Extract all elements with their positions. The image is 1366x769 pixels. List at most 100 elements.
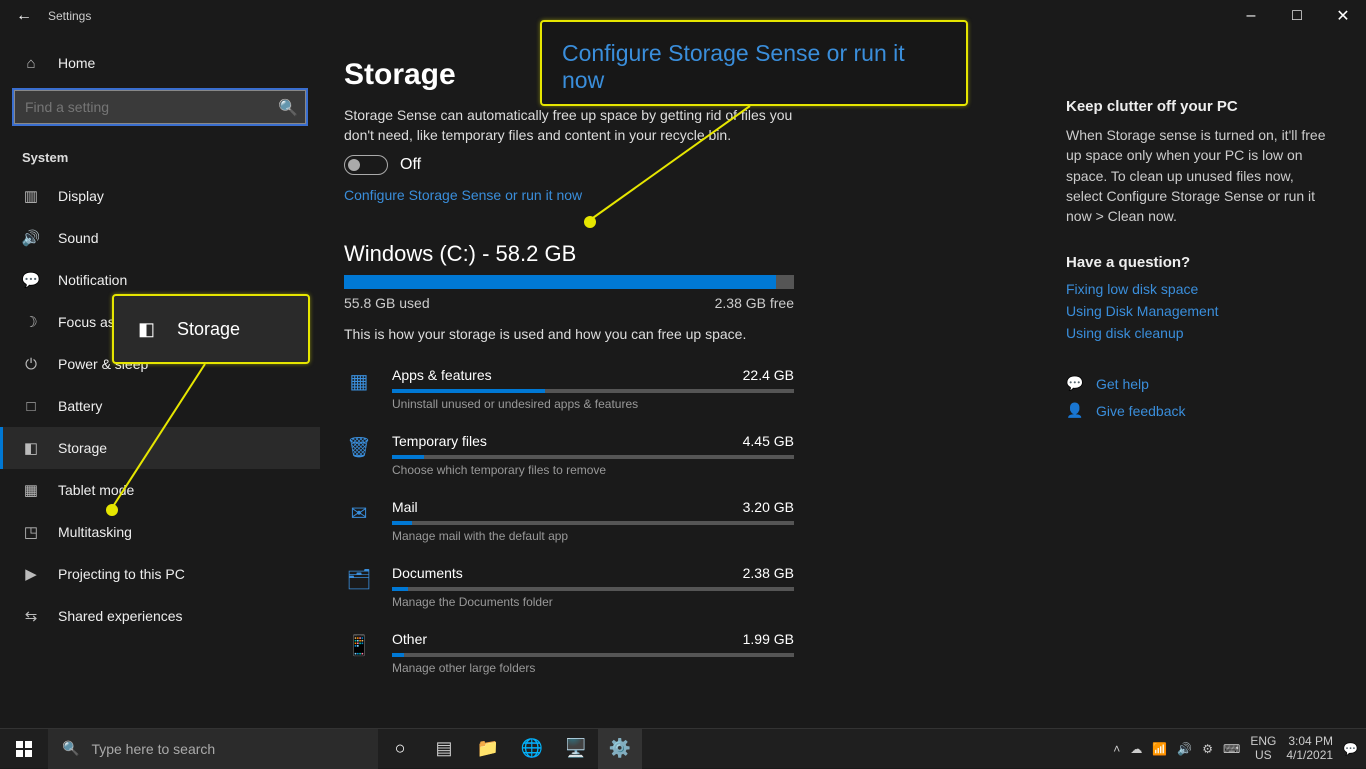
sidebar-item-display[interactable]: ▥ Display [0,175,320,217]
category-name: Documents [392,565,463,581]
faq-link[interactable]: Using disk cleanup [1066,325,1326,341]
category-row[interactable]: 🗑 Temporary files 4.45 GB Choose which temp… [344,433,794,477]
multitasking-icon: ◳ [22,523,40,541]
app-button[interactable]: 🖥️ [554,729,598,769]
search-input[interactable] [14,90,306,124]
category-row[interactable]: 🗂 Documents 2.38 GB Manage the Documents fo… [344,565,794,609]
sidebar-item-label: Projecting to this PC [58,566,185,582]
category-desc: Manage other large folders [392,661,794,675]
storage-sense-toggle[interactable] [344,155,388,175]
category-name: Temporary files [392,433,487,449]
sidebar-item-label: Storage [58,440,107,456]
sidebar-item-battery[interactable]: □ Battery [0,385,320,427]
tray-clock[interactable]: 3:04 PM 4/1/2021 [1286,735,1333,761]
display-icon: ▥ [22,187,40,205]
category-bar [392,389,794,393]
titlebar: ← Settings – □ ✕ [0,0,1366,32]
tray-language[interactable]: ENG US [1250,735,1276,761]
side-panel: Keep clutter off your PC When Storage se… [1066,58,1326,718]
category-desc: Choose which temporary files to remove [392,463,794,477]
category-size: 4.45 GB [743,433,794,449]
sidebar-item-label: Tablet mode [58,482,134,498]
tray-volume-icon[interactable]: 🔊 [1177,742,1192,756]
configure-storage-sense-link[interactable]: Configure Storage Sense or run it now [344,187,582,203]
category-size: 2.38 GB [743,565,794,581]
sidebar-item-label: Focus assist [58,314,136,330]
task-view-button[interactable]: ▤ [422,729,466,769]
sidebar-item-label: Power & sleep [58,356,148,372]
main-content: Storage Storage Sense can automatically … [344,58,804,718]
sidebar-item-label: Shared experiences [58,608,183,624]
tray-onedrive-icon[interactable]: ☁ [1130,742,1142,756]
sidebar-item-sound[interactable]: 🔊 Sound [0,217,320,259]
tray-keyboard-icon[interactable]: ⌨ [1223,742,1240,756]
taskbar-search-placeholder: Type here to search [91,741,215,757]
power-icon: ⏻ [22,356,40,373]
projecting-icon: ▶ [22,565,40,583]
side-clutter-text: When Storage sense is turned on, it'll f… [1066,125,1326,226]
minimize-button[interactable]: – [1228,0,1274,32]
maximize-button[interactable]: □ [1274,0,1320,32]
give-feedback-link[interactable]: 👤 Give feedback [1066,402,1326,419]
chrome-button[interactable]: 🌐 [510,729,554,769]
sidebar-item-focus-assist[interactable]: ☽ Focus assist [0,301,320,343]
sidebar-item-power-sleep[interactable]: ⏻ Power & sleep [0,343,320,385]
settings-button[interactable]: ⚙️ [598,729,642,769]
usage-description: This is how your storage is used and how… [344,325,804,345]
get-help-link[interactable]: 💬 Get help [1066,375,1326,392]
sidebar-item-label: Display [58,188,104,204]
search-icon: 🔍 [278,98,298,118]
category-size: 3.20 GB [743,499,794,515]
free-label: 2.38 GB free [715,295,794,311]
category-bar [392,653,794,657]
sidebar-section-label: System [0,132,320,175]
sidebar-item-tablet-mode[interactable]: ▦ Tablet mode [0,469,320,511]
category-icon: 🗑 [344,433,374,477]
sidebar: ⌂ Home 🔍 System ▥ Display 🔊 Sound 💬 Noti… [0,32,320,728]
page-title: Storage [344,58,804,92]
used-label: 55.8 GB used [344,295,430,311]
category-row[interactable]: ▦Apps & features22.4 GBUninstall unused … [344,367,794,411]
sidebar-item-label: Sound [58,230,98,246]
close-button[interactable]: ✕ [1320,0,1366,32]
notification-icon: 💬 [22,271,40,289]
cortana-button[interactable]: ○ [378,729,422,769]
sidebar-item-shared-experiences[interactable]: ⇆ Shared experiences [0,595,320,637]
category-desc: Manage the Documents folder [392,595,794,609]
tray-network-icon[interactable]: 📶 [1152,742,1167,756]
category-icon: ✉ [344,499,374,543]
faq-link[interactable]: Fixing low disk space [1066,281,1326,297]
start-button[interactable] [0,729,48,769]
shared-icon: ⇆ [22,607,40,625]
focus-icon: ☽ [22,313,40,331]
help-icon: 💬 [1066,375,1082,392]
category-row[interactable]: ✉Mail3.20 GBManage mail with the default… [344,499,794,543]
sidebar-item-storage[interactable]: ◧ Storage [0,427,320,469]
category-bar [392,587,794,591]
category-desc: Manage mail with the default app [392,529,794,543]
drive-usage-bar [344,275,794,289]
category-icon: 🗂 [344,565,374,609]
sidebar-item-notifications[interactable]: 💬 Notification [0,259,320,301]
category-icon: ▦ [344,367,374,411]
taskbar-search[interactable]: 🔍 Type here to search [48,729,378,769]
category-size: 22.4 GB [743,367,794,383]
storage-sense-description: Storage Sense can automatically free up … [344,106,804,145]
tray-notifications-icon[interactable]: 💬 [1343,742,1358,756]
storage-icon: ◧ [22,439,40,457]
tray-chevron-icon[interactable]: ˄ [1113,742,1120,756]
window-title: Settings [48,9,91,23]
sidebar-item-projecting[interactable]: ▶ Projecting to this PC [0,553,320,595]
sidebar-home[interactable]: ⌂ Home [0,42,320,84]
sidebar-item-multitasking[interactable]: ◳ Multitasking [0,511,320,553]
category-bar [392,521,794,525]
faq-link[interactable]: Using Disk Management [1066,303,1326,319]
taskbar: 🔍 Type here to search ○ ▤ 📁 🌐 🖥️ ⚙️ ˄ ☁ … [0,728,1366,768]
tablet-icon: ▦ [22,481,40,499]
tray-icon[interactable]: ⚙ [1202,742,1213,756]
file-explorer-button[interactable]: 📁 [466,729,510,769]
category-row[interactable]: 📱Other1.99 GBManage other large folders [344,631,794,675]
side-heading-clutter: Keep clutter off your PC [1066,98,1326,115]
search-icon: 🔍 [62,740,79,757]
back-button[interactable]: ← [0,7,48,25]
